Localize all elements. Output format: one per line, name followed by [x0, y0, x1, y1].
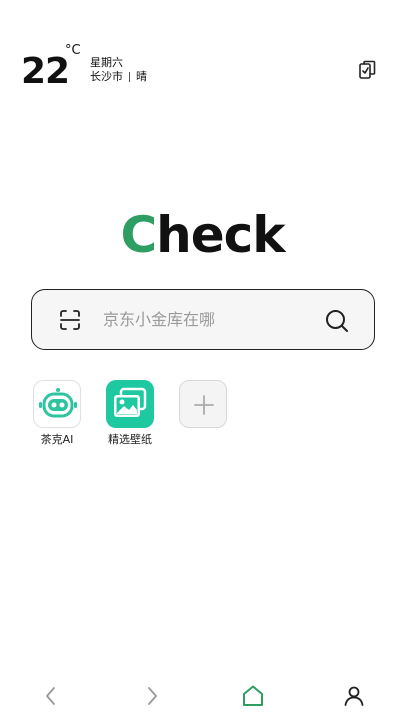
temperature-unit: °C	[65, 43, 81, 58]
plus-icon	[179, 380, 227, 428]
robot-icon	[33, 380, 81, 428]
city: 长沙市	[90, 70, 123, 83]
scan-icon	[60, 310, 80, 330]
scan-button[interactable]	[58, 308, 82, 332]
search-icon	[326, 310, 348, 332]
location-row: 长沙市 晴	[90, 70, 147, 83]
bottom-nav	[0, 676, 405, 716]
forward-icon	[148, 687, 157, 705]
profile-icon	[344, 686, 364, 706]
logo-first-letter: C	[120, 206, 157, 264]
app-label: 精选壁纸	[108, 433, 152, 446]
home-icon	[243, 685, 263, 706]
separator	[129, 71, 130, 82]
weather-condition: 晴	[136, 70, 147, 83]
search-button[interactable]	[324, 308, 350, 334]
wallpaper-icon	[106, 380, 154, 428]
check-logo: Check	[0, 205, 405, 265]
switch-page-button[interactable]	[356, 58, 380, 82]
weekday: 星期六	[90, 56, 123, 69]
search-input[interactable]: 京东小金库在哪	[103, 309, 215, 331]
add-shortcut-button[interactable]	[173, 380, 233, 433]
forward-button[interactable]	[138, 682, 166, 710]
back-button[interactable]	[37, 682, 65, 710]
search-bar[interactable]: 京东小金库在哪	[31, 289, 375, 350]
app-wallpaper[interactable]: 精选壁纸	[100, 380, 160, 447]
temperature: 22	[21, 51, 70, 92]
home-button[interactable]	[239, 682, 267, 710]
back-icon	[46, 687, 55, 705]
switch-icon	[359, 60, 376, 79]
app-label: 茶克AI	[40, 433, 74, 446]
profile-button[interactable]	[340, 682, 368, 710]
app-cheke-ai[interactable]: 茶克AI	[27, 380, 87, 447]
logo-rest: heck	[156, 206, 285, 264]
